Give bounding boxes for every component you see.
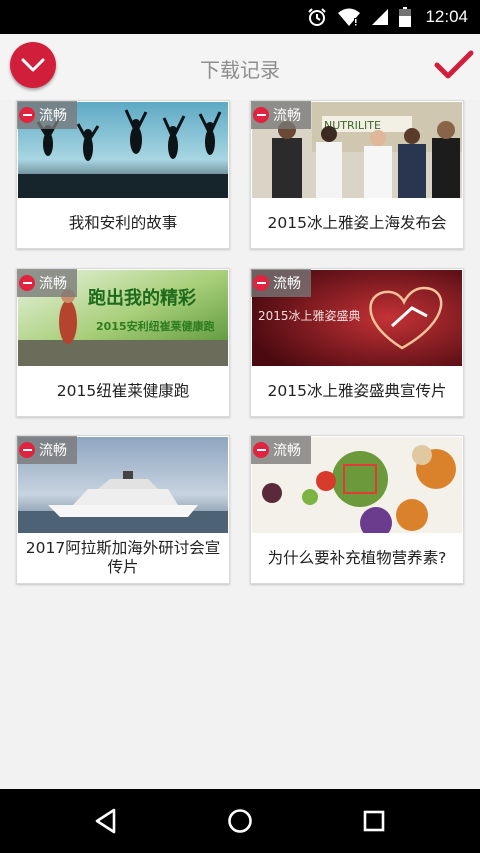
wifi-icon bbox=[338, 8, 361, 26]
remove-icon[interactable] bbox=[19, 107, 35, 123]
remove-icon[interactable] bbox=[253, 275, 269, 291]
recents-button[interactable] bbox=[346, 797, 402, 845]
thumb-subslogan: 2015安利纽崔莱健康跑 bbox=[96, 319, 215, 333]
video-title: 2015冰上雅姿上海发布会 bbox=[267, 213, 447, 232]
quality-badge[interactable]: 流畅 bbox=[251, 101, 311, 129]
thumb-slogan: 跑出我的精彩 bbox=[88, 287, 196, 309]
check-icon bbox=[434, 50, 474, 79]
remove-icon[interactable] bbox=[253, 107, 269, 123]
battery-icon bbox=[399, 7, 412, 27]
video-title: 2017阿拉斯加海外研讨会宣传片 bbox=[25, 539, 221, 576]
quality-label: 流畅 bbox=[39, 108, 67, 124]
video-card[interactable]: NUTRILITE 流畅 2015冰上雅姿上海发布会 bbox=[250, 100, 464, 249]
app-header: 下载记录 bbox=[0, 34, 480, 100]
alarm-icon bbox=[308, 8, 327, 26]
confirm-button[interactable] bbox=[434, 48, 474, 82]
status-bar: 12:04 bbox=[0, 0, 480, 34]
quality-label: 流畅 bbox=[273, 276, 301, 292]
video-title: 2015纽崔莱健康跑 bbox=[56, 381, 190, 400]
thumb-event-text: 2015冰上雅姿盛典 bbox=[258, 308, 361, 323]
quality-badge[interactable]: 流畅 bbox=[251, 269, 311, 297]
back-icon bbox=[95, 808, 116, 834]
video-card[interactable]: 2015冰上雅姿盛典 流畅 2015冰上雅姿盛典宣传片 bbox=[250, 268, 464, 417]
home-icon bbox=[228, 809, 252, 833]
video-card[interactable]: 跑出我的精彩 2015安利纽崔莱健康跑 流畅 2015纽崔莱健康跑 bbox=[16, 268, 230, 417]
remove-icon[interactable] bbox=[253, 442, 269, 458]
quality-badge[interactable]: 流畅 bbox=[17, 436, 77, 464]
video-title: 为什么要补充植物营养素? bbox=[267, 548, 447, 567]
page-title: 下载记录 bbox=[200, 58, 280, 82]
clock: 12:04 bbox=[425, 7, 468, 26]
home-button[interactable] bbox=[212, 797, 268, 845]
quality-badge[interactable]: 流畅 bbox=[17, 101, 77, 129]
recents-icon bbox=[363, 810, 385, 832]
signal-icon bbox=[372, 9, 389, 25]
remove-icon[interactable] bbox=[19, 275, 35, 291]
navigation-bar bbox=[0, 789, 480, 853]
video-card[interactable]: 流畅 为什么要补充植物营养素? bbox=[250, 435, 464, 584]
video-title: 2015冰上雅姿盛典宣传片 bbox=[267, 381, 447, 400]
quality-label: 流畅 bbox=[39, 276, 67, 292]
video-card[interactable]: 流畅 我和安利的故事 bbox=[16, 100, 230, 249]
quality-label: 流畅 bbox=[39, 443, 67, 459]
quality-badge[interactable]: 流畅 bbox=[251, 436, 311, 464]
remove-icon[interactable] bbox=[19, 442, 35, 458]
video-card[interactable]: 流畅 2017阿拉斯加海外研讨会宣传片 bbox=[16, 435, 230, 584]
back-button[interactable] bbox=[78, 797, 134, 845]
quality-label: 流畅 bbox=[273, 108, 301, 124]
video-title: 我和安利的故事 bbox=[68, 213, 178, 232]
quality-label: 流畅 bbox=[273, 443, 301, 459]
quality-badge[interactable]: 流畅 bbox=[17, 269, 77, 297]
